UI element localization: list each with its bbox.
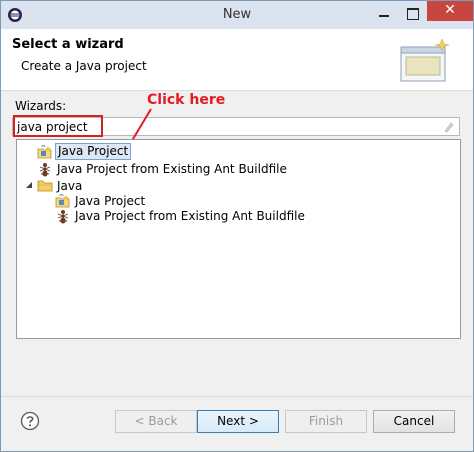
expand-collapse-icon[interactable] — [25, 182, 33, 190]
wizard-tree[interactable]: Java Project Java Project from Existing … — [16, 139, 461, 339]
wizards-label: Wizards: — [15, 99, 67, 113]
ant-icon — [57, 210, 69, 224]
back-button[interactable]: < Back — [115, 410, 197, 433]
java-project-icon — [55, 194, 70, 208]
finish-button[interactable]: Finish — [285, 410, 367, 433]
highlight-box — [13, 115, 103, 137]
new-wizard-banner-icon — [400, 38, 450, 82]
next-button[interactable]: Next > — [197, 410, 279, 433]
maximize-button[interactable] — [399, 3, 425, 23]
folder-icon — [37, 180, 53, 192]
cancel-button[interactable]: Cancel — [373, 410, 455, 433]
footer-separator — [1, 396, 473, 397]
java-project-icon — [37, 145, 52, 159]
minimize-button[interactable] — [371, 3, 397, 23]
close-button[interactable]: ✕ — [427, 1, 473, 21]
click-here-annotation: Click here — [147, 92, 226, 108]
ant-icon — [39, 163, 51, 177]
title-bar: New ✕ — [1, 1, 473, 29]
help-icon[interactable] — [20, 411, 40, 431]
page-title: Select a wizard — [12, 37, 124, 52]
clear-filter-icon[interactable] — [443, 121, 455, 133]
new-wizard-dialog: New ✕ Select a wizard Create a Java proj… — [0, 0, 474, 452]
page-subtitle: Create a Java project — [21, 59, 147, 73]
wizard-header: Select a wizard Create a Java project — [1, 29, 473, 91]
